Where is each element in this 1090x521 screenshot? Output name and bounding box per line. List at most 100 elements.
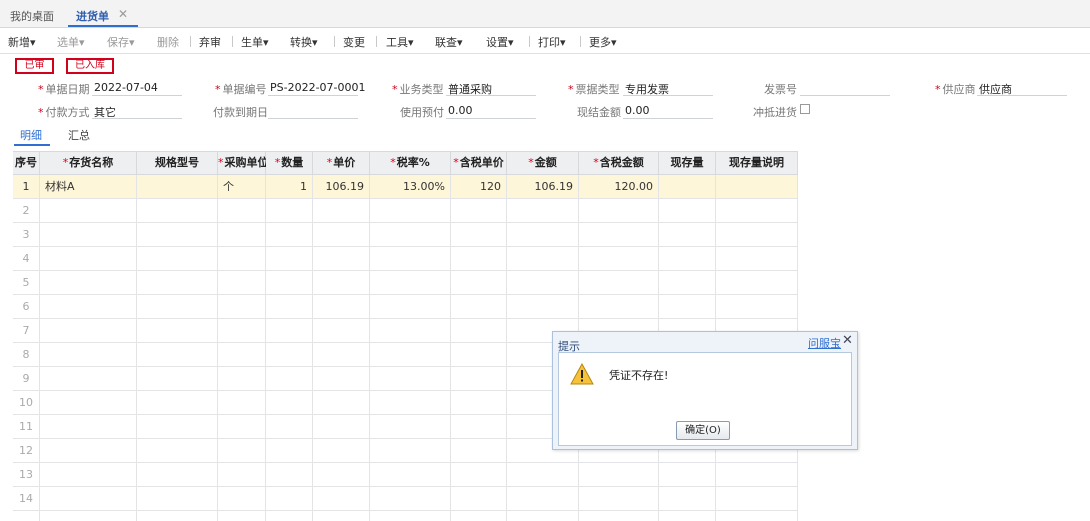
table-cell-spec[interactable] bbox=[137, 199, 218, 223]
table-cell-qty[interactable] bbox=[266, 223, 313, 247]
table-cell-tax-amount[interactable] bbox=[579, 271, 659, 295]
tab-purchase-order[interactable]: 进货单 bbox=[76, 8, 109, 24]
close-icon[interactable]: ✕ bbox=[842, 333, 853, 348]
table-cell-name[interactable] bbox=[40, 463, 137, 487]
table-cell-spec[interactable] bbox=[137, 439, 218, 463]
table-cell-name[interactable] bbox=[40, 319, 137, 343]
table-cell-tax-rate[interactable] bbox=[370, 367, 451, 391]
table-cell-tax-amount[interactable]: 120.00 bbox=[579, 175, 659, 199]
table-cell-spec[interactable] bbox=[137, 271, 218, 295]
table-cell-qty[interactable]: 1 bbox=[266, 175, 313, 199]
table-cell-stock-note[interactable] bbox=[716, 223, 798, 247]
table-cell-price[interactable] bbox=[313, 247, 370, 271]
table-cell-tax-rate[interactable] bbox=[370, 199, 451, 223]
table-cell-tax-rate[interactable] bbox=[370, 415, 451, 439]
table-cell-qty[interactable] bbox=[266, 247, 313, 271]
table-cell-stock-note[interactable] bbox=[716, 487, 798, 511]
column-header-tax-rate[interactable]: *税率% bbox=[370, 151, 451, 175]
table-cell-stock[interactable] bbox=[659, 199, 716, 223]
tab-summary[interactable]: 汇总 bbox=[68, 127, 90, 143]
table-cell-name[interactable] bbox=[40, 271, 137, 295]
table-cell-qty[interactable] bbox=[266, 511, 313, 521]
table-cell-name[interactable]: 材料A bbox=[40, 175, 137, 199]
table-cell-qty[interactable] bbox=[266, 319, 313, 343]
table-cell-price[interactable] bbox=[313, 367, 370, 391]
table-cell-tax-price[interactable] bbox=[451, 247, 507, 271]
ok-button[interactable]: 确定(O) bbox=[676, 421, 730, 440]
table-cell-unit[interactable] bbox=[218, 391, 266, 415]
table-cell-tax-rate[interactable] bbox=[370, 439, 451, 463]
table-cell-name[interactable] bbox=[40, 511, 137, 521]
table-cell-tax-rate[interactable] bbox=[370, 463, 451, 487]
table-cell-price[interactable] bbox=[313, 319, 370, 343]
table-cell-stock-note[interactable] bbox=[716, 247, 798, 271]
column-header-price[interactable]: *单价 bbox=[313, 151, 370, 175]
table-cell-tax-price[interactable] bbox=[451, 511, 507, 521]
table-cell-stock-note[interactable] bbox=[716, 463, 798, 487]
table-cell-stock[interactable] bbox=[659, 487, 716, 511]
table-cell-price[interactable] bbox=[313, 487, 370, 511]
table-cell-tax-rate[interactable] bbox=[370, 343, 451, 367]
table-cell-stock[interactable] bbox=[659, 223, 716, 247]
table-cell-price[interactable] bbox=[313, 223, 370, 247]
table-cell-tax-rate[interactable] bbox=[370, 487, 451, 511]
new-button[interactable]: 新增▾ bbox=[8, 34, 36, 50]
more-button[interactable]: 更多▾ bbox=[589, 34, 617, 50]
table-cell-name[interactable] bbox=[40, 391, 137, 415]
table-cell-unit[interactable] bbox=[218, 511, 266, 521]
table-cell-unit[interactable] bbox=[218, 199, 266, 223]
table-cell-qty[interactable] bbox=[266, 367, 313, 391]
change-button[interactable]: 变更 bbox=[343, 34, 365, 50]
prepay-field[interactable]: 0.00 bbox=[448, 104, 473, 117]
table-cell-tax-rate[interactable] bbox=[370, 223, 451, 247]
table-cell-unit[interactable] bbox=[218, 415, 266, 439]
table-cell-unit[interactable] bbox=[218, 271, 266, 295]
table-cell-tax-price[interactable] bbox=[451, 223, 507, 247]
column-header-seq[interactable]: 序号 bbox=[13, 151, 40, 175]
table-cell-price[interactable] bbox=[313, 271, 370, 295]
table-cell-qty[interactable] bbox=[266, 463, 313, 487]
table-cell-tax-rate[interactable] bbox=[370, 511, 451, 521]
table-cell-name[interactable] bbox=[40, 367, 137, 391]
table-cell-qty[interactable] bbox=[266, 271, 313, 295]
table-cell-stock-note[interactable] bbox=[716, 295, 798, 319]
column-header-amount[interactable]: *金额 bbox=[507, 151, 579, 175]
generate-doc-button[interactable]: 生单▾ bbox=[241, 34, 269, 50]
table-cell-unit[interactable]: 个 bbox=[218, 175, 266, 199]
column-header-qty[interactable]: *数量 bbox=[266, 151, 313, 175]
column-header-name[interactable]: *存货名称 bbox=[40, 151, 137, 175]
table-cell-unit[interactable] bbox=[218, 487, 266, 511]
table-cell-tax-rate[interactable]: 13.00% bbox=[370, 175, 451, 199]
column-header-stock[interactable]: 现存量 bbox=[659, 151, 716, 175]
table-cell-tax-rate[interactable] bbox=[370, 319, 451, 343]
table-cell-amount[interactable] bbox=[507, 295, 579, 319]
table-cell-name[interactable] bbox=[40, 415, 137, 439]
tools-button[interactable]: 工具▾ bbox=[386, 34, 414, 50]
table-cell-qty[interactable] bbox=[266, 487, 313, 511]
table-cell-amount[interactable]: 106.19 bbox=[507, 175, 579, 199]
table-cell-name[interactable] bbox=[40, 199, 137, 223]
column-header-unit[interactable]: *采购单位 bbox=[218, 151, 269, 175]
table-cell-name[interactable] bbox=[40, 247, 137, 271]
close-icon[interactable]: ✕ bbox=[118, 7, 128, 21]
table-cell-spec[interactable] bbox=[137, 343, 218, 367]
cash-amount-field[interactable]: 0.00 bbox=[625, 104, 650, 117]
table-cell-spec[interactable] bbox=[137, 487, 218, 511]
table-cell-price[interactable]: 106.19 bbox=[313, 175, 370, 199]
table-cell-price[interactable] bbox=[313, 391, 370, 415]
table-cell-stock[interactable] bbox=[659, 175, 716, 199]
table-cell-unit[interactable] bbox=[218, 295, 266, 319]
delete-button[interactable]: 删除 bbox=[157, 34, 179, 50]
help-link[interactable]: 问服宝 bbox=[808, 335, 841, 351]
table-cell-tax-price[interactable] bbox=[451, 391, 507, 415]
table-cell-qty[interactable] bbox=[266, 343, 313, 367]
table-cell-spec[interactable] bbox=[137, 367, 218, 391]
table-cell-tax-price[interactable] bbox=[451, 487, 507, 511]
table-cell-stock[interactable] bbox=[659, 271, 716, 295]
table-cell-unit[interactable] bbox=[218, 247, 266, 271]
table-cell-spec[interactable] bbox=[137, 391, 218, 415]
table-cell-amount[interactable] bbox=[507, 487, 579, 511]
table-cell-stock[interactable] bbox=[659, 463, 716, 487]
settings-button[interactable]: 设置▾ bbox=[486, 34, 514, 50]
column-header-stock-note[interactable]: 现存量说明 bbox=[716, 151, 798, 175]
